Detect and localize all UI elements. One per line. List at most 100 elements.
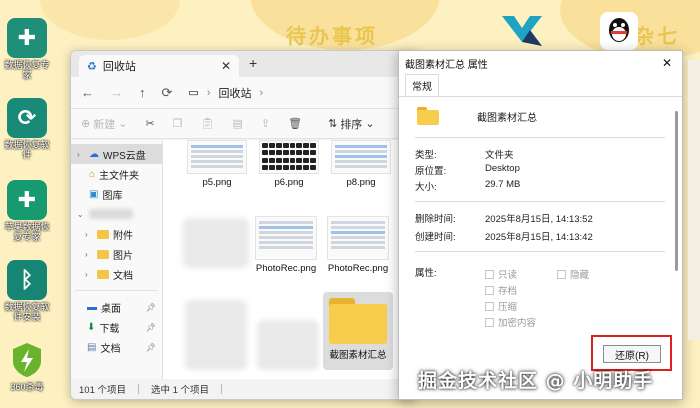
file-item-selected-folder[interactable]: 截图素材汇总 — [323, 292, 393, 370]
desktop-icon-label: 数据恢复专家 — [4, 60, 50, 80]
checkbox-box[interactable] — [485, 317, 494, 327]
desktop-icon-360[interactable]: 360杀毒 — [2, 340, 52, 392]
chevron-down-icon: ⌄ — [118, 118, 128, 130]
checkbox-box[interactable] — [485, 269, 494, 279]
prop-key: 类型: — [415, 150, 437, 161]
nav-item-label: 桌面 — [101, 303, 121, 315]
wallpaper-blob — [40, 0, 180, 40]
dialog-title: 截图素材汇总 属性 — [405, 59, 488, 71]
blurred-file-thumbnail[interactable] — [183, 218, 249, 268]
desktop-icon: ▬ — [87, 301, 97, 313]
blurred-file-thumbnail[interactable] — [185, 300, 247, 370]
file-item[interactable]: p5.png — [187, 140, 247, 188]
prop-value: 2025年8月15日, 14:13:52 — [485, 214, 593, 225]
encrypt-checkbox[interactable]: 加密内容 — [485, 315, 536, 329]
nav-item-documents[interactable]: ▤ 文档 📌︎ — [71, 337, 162, 357]
file-name: p5.png — [202, 177, 232, 188]
checkbox-box[interactable] — [485, 285, 494, 295]
bluetooth-like-icon: ᛒ — [7, 260, 47, 300]
file-item[interactable]: p6.png — [259, 140, 319, 188]
desktop-icon-recovery-install[interactable]: ᛒ 数据恢复软件安装 — [2, 260, 52, 322]
prop-key: 创建时间: — [415, 232, 456, 243]
pin-icon[interactable]: 📌︎ — [146, 323, 156, 332]
wallpaper-todo-text: 待办事项 — [286, 24, 378, 48]
status-divider — [221, 384, 223, 394]
delete-icon[interactable]: 🗑︎ — [288, 117, 302, 130]
chevron-right-icon[interactable]: › — [85, 270, 93, 279]
tab-recycle-bin[interactable]: ♻ 回收站 ✕ — [79, 55, 239, 77]
attributes-label: 属性: — [415, 268, 437, 279]
nav-item-blurred[interactable]: ⌄ — [71, 204, 162, 224]
checkbox-box[interactable] — [485, 301, 494, 311]
up-arrow-icon[interactable]: ↑ — [139, 85, 146, 100]
file-item[interactable]: PhotoRec.png — [327, 216, 389, 274]
hidden-checkbox[interactable]: 隐藏 — [557, 267, 589, 281]
prop-row-type: 类型: 文件夹 — [415, 147, 514, 161]
nav-item-gallery[interactable]: ▣ 图库 — [71, 184, 162, 204]
watermark-text: 掘金技术社区 @ 小明助手 — [418, 370, 654, 392]
desktop-icon-recovery-software[interactable]: ⟳ 数据恢复软件 — [2, 98, 52, 160]
new-tab-icon[interactable]: + — [249, 55, 257, 71]
prop-row-size: 大小: 29.7 MB — [415, 179, 520, 193]
folder-icon — [417, 107, 439, 125]
compress-checkbox[interactable]: 压缩 — [485, 299, 517, 313]
file-name: p6.png — [274, 177, 304, 188]
file-item[interactable]: p8.png — [331, 140, 391, 188]
dialog-divider — [415, 201, 665, 202]
chevron-right-icon[interactable]: › — [85, 230, 93, 239]
refresh-icon[interactable]: ⟳ — [162, 85, 173, 101]
rename-icon[interactable]: ▤ — [233, 117, 243, 130]
close-icon[interactable]: ✕ — [221, 59, 231, 73]
share-icon[interactable]: ⇪ — [261, 117, 270, 130]
sort-button[interactable]: ⇅ 排序 ⌄ — [328, 116, 374, 132]
qq-icon[interactable] — [600, 12, 638, 50]
forward-arrow-icon[interactable]: → — [110, 85, 123, 100]
download-icon: ⬇ — [87, 321, 96, 333]
nav-item-pictures[interactable]: › 图片 — [71, 244, 162, 264]
nav-item-desktop[interactable]: ▬ 桌面 📌︎ — [71, 297, 162, 317]
chevron-right-icon: › — [259, 86, 264, 99]
nav-item-attachments[interactable]: › 附件 — [71, 224, 162, 244]
breadcrumb-item[interactable]: 回收站 — [218, 85, 251, 101]
tab-title: 回收站 — [102, 61, 136, 73]
nav-item-home[interactable]: ⌂ 主文件夹 — [71, 164, 162, 184]
tab-general[interactable]: 常规 — [405, 74, 439, 96]
prop-row-deleted: 删除时间: 2025年8月15日, 14:13:52 — [415, 211, 593, 225]
paste-icon[interactable]: 📋︎ — [201, 117, 215, 130]
pin-icon[interactable]: 📌︎ — [146, 343, 156, 352]
chevron-right-icon[interactable]: › — [77, 150, 85, 159]
file-item[interactable]: PhotoRec.png — [255, 216, 317, 274]
scrollbar[interactable] — [675, 111, 678, 271]
nav-item-label: WPS云盘 — [103, 150, 146, 162]
back-arrow-icon[interactable]: ← — [81, 85, 94, 100]
file-name: PhotoRec.png — [327, 263, 389, 274]
status-divider — [138, 384, 139, 394]
nav-item-downloads[interactable]: ⬇ 下载 📌︎ — [71, 317, 162, 337]
new-button[interactable]: ⊕ 新建 ⌄ — [81, 116, 127, 132]
cut-icon[interactable]: ✂ — [145, 117, 154, 130]
breadcrumb[interactable]: ▭ › 回收站 › — [188, 85, 263, 101]
chevron-down-icon[interactable]: ⌄ — [77, 210, 85, 219]
navigation-pane: › ☁ WPS云盘 ⌂ 主文件夹 ▣ 图库 ⌄ › 附件 › 图片 › 文档 ▬… — [71, 140, 163, 379]
chevron-right-icon[interactable]: › — [85, 250, 93, 259]
blurred-file-thumbnail[interactable] — [257, 320, 319, 370]
wps-logo-icon[interactable] — [500, 12, 542, 50]
checkbox-box[interactable] — [557, 269, 566, 279]
desktop-icon-data-recovery[interactable]: ✚ 数据恢复专家 — [2, 18, 52, 80]
file-thumbnail — [327, 216, 389, 260]
copy-icon[interactable]: ❐ — [173, 117, 183, 130]
nav-item-wps-cloud[interactable]: › ☁ WPS云盘 — [71, 144, 162, 164]
desktop-icon-apple-recovery[interactable]: ✚ 苹果数据恢复专家 — [2, 180, 52, 242]
command-bar: ⊕ 新建 ⌄ ✂ ❐ 📋︎ ▤ ⇪ 🗑︎ ⇅ 排序 ⌄ — [71, 109, 414, 139]
dialog-divider — [415, 137, 665, 138]
close-icon[interactable]: ✕ — [662, 56, 672, 70]
restore-button[interactable]: 还原(R) — [603, 345, 661, 363]
folder-icon — [329, 298, 387, 344]
sort-button-label: 排序 — [340, 118, 363, 131]
readonly-checkbox[interactable]: 只读 — [485, 267, 517, 281]
plus-cross-icon: ✚ — [7, 180, 47, 220]
nav-item-label: 主文件夹 — [99, 170, 140, 182]
nav-item-documents-folder[interactable]: › 文档 — [71, 264, 162, 284]
pin-icon[interactable]: 📌︎ — [146, 303, 156, 312]
archive-checkbox[interactable]: 存档 — [485, 283, 517, 297]
